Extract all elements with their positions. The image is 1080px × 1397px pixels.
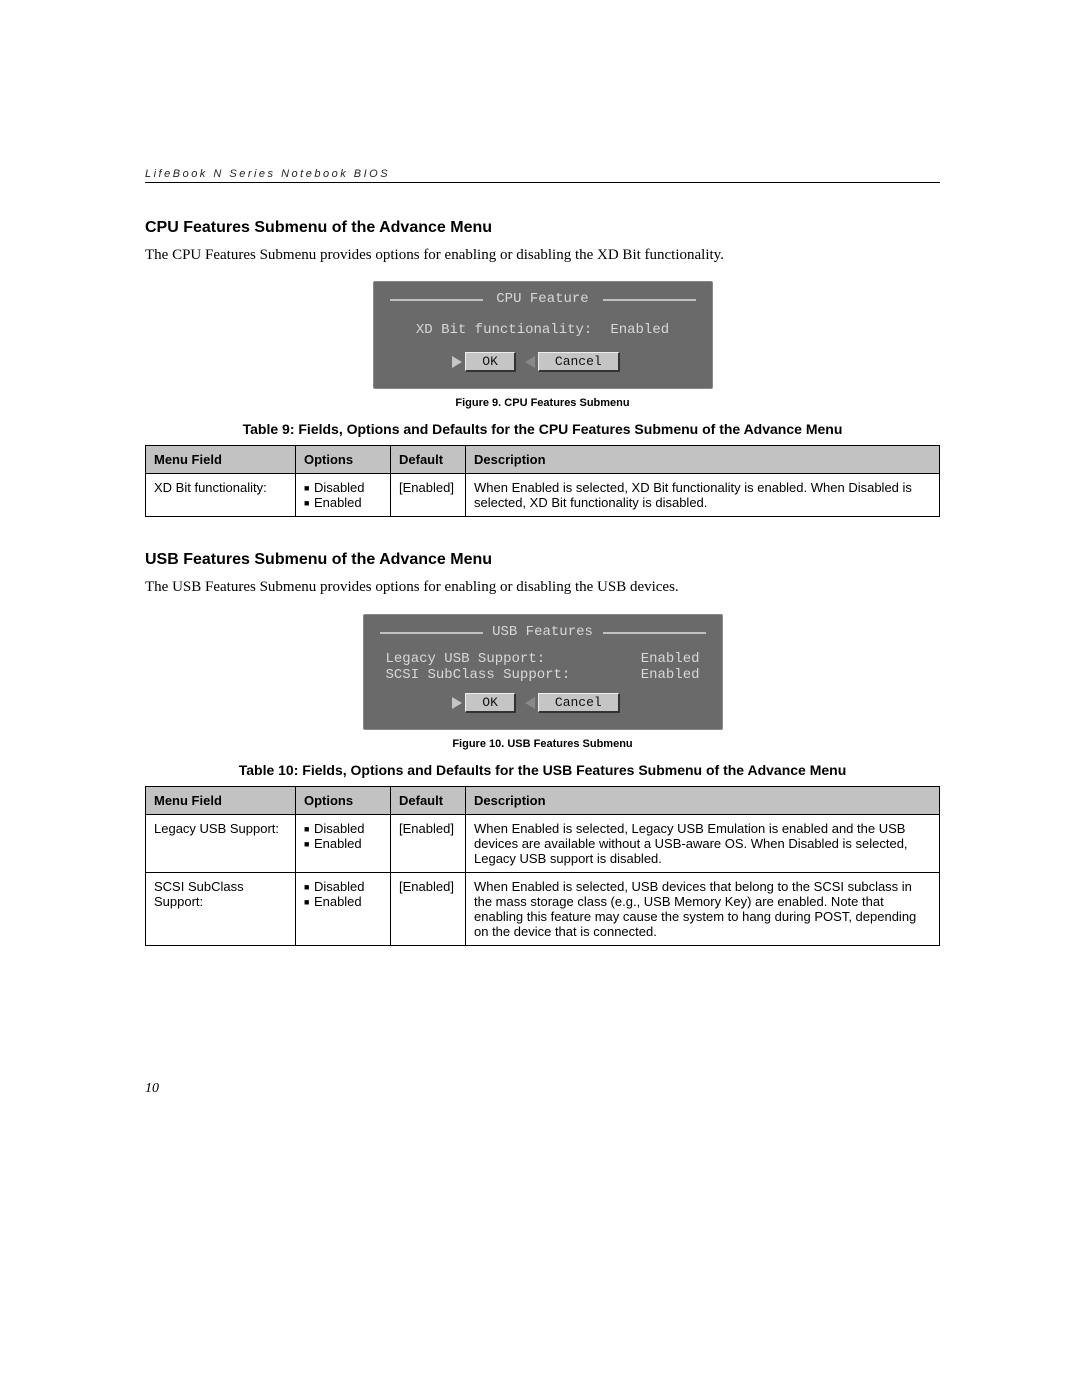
bios-figure-usb: USB Features Legacy USB Support: Enabled… [145, 614, 940, 730]
cell-default: [Enabled] [391, 474, 466, 517]
table-row: SCSI SubClass Support: Disabled Enabled … [146, 872, 940, 945]
cell-field: XD Bit functionality: [146, 474, 296, 517]
cell-options: Disabled Enabled [296, 814, 391, 872]
bios-ok-button[interactable]: OK [465, 352, 516, 372]
section-body-usb: The USB Features Submenu provides option… [145, 577, 940, 597]
bios-ok-button[interactable]: OK [465, 693, 516, 713]
cell-options: Disabled Enabled [296, 872, 391, 945]
bios-dialog-usb: USB Features Legacy USB Support: Enabled… [363, 614, 723, 730]
th-description: Description [466, 786, 940, 814]
th-options: Options [296, 786, 391, 814]
bios-dialog-cpu: CPU Feature XD Bit functionality: Enable… [373, 281, 713, 389]
cpu-options-table: Menu Field Options Default Description X… [145, 445, 940, 517]
cell-field: Legacy USB Support: [146, 814, 296, 872]
cell-description: When Enabled is selected, Legacy USB Emu… [466, 814, 940, 872]
bios-field-label: Legacy USB Support: [386, 651, 546, 667]
bios-field-label: XD Bit functionality: [416, 322, 592, 338]
section-heading-cpu: CPU Features Submenu of the Advance Menu [145, 219, 940, 237]
bios-cancel-button[interactable]: Cancel [538, 352, 620, 372]
th-options: Options [296, 446, 391, 474]
cell-default: [Enabled] [391, 872, 466, 945]
figure-caption-cpu: Figure 9. CPU Features Submenu [145, 397, 940, 409]
table-caption-cpu: Table 9: Fields, Options and Defaults fo… [145, 421, 940, 437]
th-description: Description [466, 446, 940, 474]
th-menu-field: Menu Field [146, 786, 296, 814]
page-number: 10 [145, 1081, 159, 1097]
section-body-cpu: The CPU Features Submenu provides option… [145, 245, 940, 265]
bios-field-label: SCSI SubClass Support: [386, 667, 571, 683]
cell-description: When Enabled is selected, USB devices th… [466, 872, 940, 945]
table-row: XD Bit functionality: Disabled Enabled [… [146, 474, 940, 517]
th-menu-field: Menu Field [146, 446, 296, 474]
th-default: Default [391, 446, 466, 474]
cell-description: When Enabled is selected, XD Bit functio… [466, 474, 940, 517]
usb-options-table: Menu Field Options Default Description L… [145, 786, 940, 946]
table-row: Legacy USB Support: Disabled Enabled [En… [146, 814, 940, 872]
bios-figure-cpu: CPU Feature XD Bit functionality: Enable… [145, 281, 940, 389]
bios-field-value: Enabled [610, 322, 669, 338]
running-header: LifeBook N Series Notebook BIOS [145, 168, 940, 183]
figure-caption-usb: Figure 10. USB Features Submenu [145, 738, 940, 750]
bios-field-value: Enabled [641, 667, 700, 683]
cell-default: [Enabled] [391, 814, 466, 872]
bios-field-value: Enabled [641, 651, 700, 667]
bios-cancel-button[interactable]: Cancel [538, 693, 620, 713]
section-heading-usb: USB Features Submenu of the Advance Menu [145, 551, 940, 569]
table-caption-usb: Table 10: Fields, Options and Defaults f… [145, 762, 940, 778]
th-default: Default [391, 786, 466, 814]
cell-field: SCSI SubClass Support: [146, 872, 296, 945]
page-content: LifeBook N Series Notebook BIOS CPU Feat… [145, 168, 940, 946]
cell-options: Disabled Enabled [296, 474, 391, 517]
